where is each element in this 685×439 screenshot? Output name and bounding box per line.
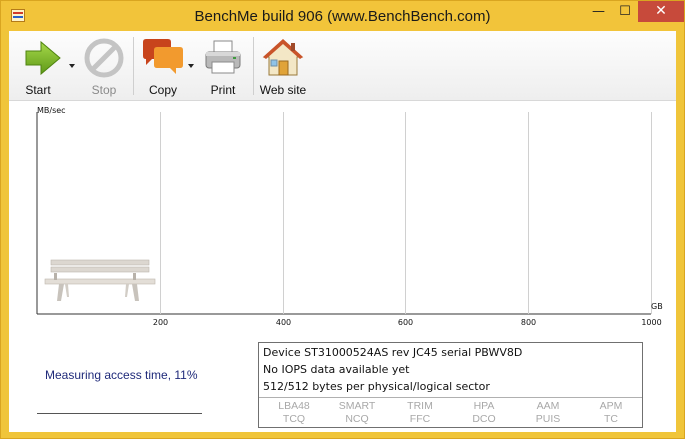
x-tick-label: 600 xyxy=(397,318,414,327)
feature-item: SMART NCQ xyxy=(325,400,389,426)
feature-label: PUIS xyxy=(535,413,561,425)
feature-label: DCO xyxy=(472,413,496,425)
toolbar-separator xyxy=(253,37,254,95)
stop-button[interactable]: Stop xyxy=(79,36,129,98)
device-line: Device ST31000524AS rev JC45 serial PBWV… xyxy=(263,346,523,359)
feature-label: LBA48 xyxy=(278,400,310,412)
stop-label: Stop xyxy=(91,83,117,97)
feature-label: TRIM xyxy=(407,400,433,412)
x-axis-unit: GB xyxy=(651,302,663,311)
start-label: Start xyxy=(25,83,51,97)
x-tick-label: 400 xyxy=(275,318,292,327)
toolbar-separator xyxy=(133,37,134,95)
printer-icon xyxy=(205,40,241,74)
website-label: Web site xyxy=(259,83,307,97)
feature-item: TRIM FFC xyxy=(388,400,452,426)
benchmark-chart: MB/sec GB 200 400 600 800 1000 xyxy=(9,102,676,342)
feature-label: HPA xyxy=(473,400,495,412)
sector-line: 512/512 bytes per physical/logical secto… xyxy=(263,380,490,393)
feature-label: TC xyxy=(604,413,618,425)
iops-line: No IOPS data available yet xyxy=(263,363,410,376)
device-info-panel: Device ST31000524AS rev JC45 serial PBWV… xyxy=(258,342,643,428)
start-dropdown-arrow[interactable] xyxy=(69,64,75,68)
speech-bubbles-icon xyxy=(143,39,183,74)
feature-label: SMART xyxy=(338,400,376,412)
app-window: BenchMe build 906 (www.BenchBench.com) —… xyxy=(0,0,685,439)
close-button[interactable]: ✕ xyxy=(638,1,684,22)
feature-label: AAM xyxy=(536,400,560,412)
toolbar: Start Stop Copy Print Web site xyxy=(9,31,676,101)
title-bar[interactable]: BenchMe build 906 (www.BenchBench.com) —… xyxy=(1,1,684,31)
copy-button[interactable]: Copy xyxy=(137,36,189,98)
feature-label: APM xyxy=(599,400,623,412)
feature-label: FFC xyxy=(409,413,431,425)
x-tick-label: 200 xyxy=(152,318,169,327)
feature-item: HPA DCO xyxy=(452,400,516,426)
feature-label: NCQ xyxy=(345,413,369,425)
status-text: Measuring access time, 11% xyxy=(45,368,198,382)
maximize-button[interactable]: ☐ xyxy=(612,1,638,22)
x-tick-label: 800 xyxy=(520,318,537,327)
print-button[interactable]: Print xyxy=(201,36,245,98)
feature-item: AAM PUIS xyxy=(516,400,580,426)
bench-image xyxy=(44,259,156,301)
info-divider xyxy=(259,397,642,398)
print-label: Print xyxy=(210,83,236,97)
no-entry-icon xyxy=(84,38,124,78)
x-tick-label: 1000 xyxy=(641,318,662,327)
start-button[interactable]: Start xyxy=(15,36,71,98)
website-button[interactable]: Web site xyxy=(257,36,309,98)
feature-label: TCQ xyxy=(282,413,306,425)
copy-dropdown-arrow[interactable] xyxy=(188,64,194,68)
copy-label: Copy xyxy=(148,83,177,97)
client-area: Start Stop Copy Print Web site MB/sec GB… xyxy=(9,31,676,432)
progress-underline xyxy=(37,413,202,414)
house-icon xyxy=(262,39,304,76)
minimize-button[interactable]: — xyxy=(585,1,612,22)
feature-item: LBA48 TCQ xyxy=(262,400,326,426)
green-arrow-icon xyxy=(25,40,61,76)
window-title: BenchMe build 906 (www.BenchBench.com) xyxy=(194,8,491,25)
feature-item: APM TC xyxy=(579,400,643,426)
y-axis-title: MB/sec xyxy=(37,106,66,115)
